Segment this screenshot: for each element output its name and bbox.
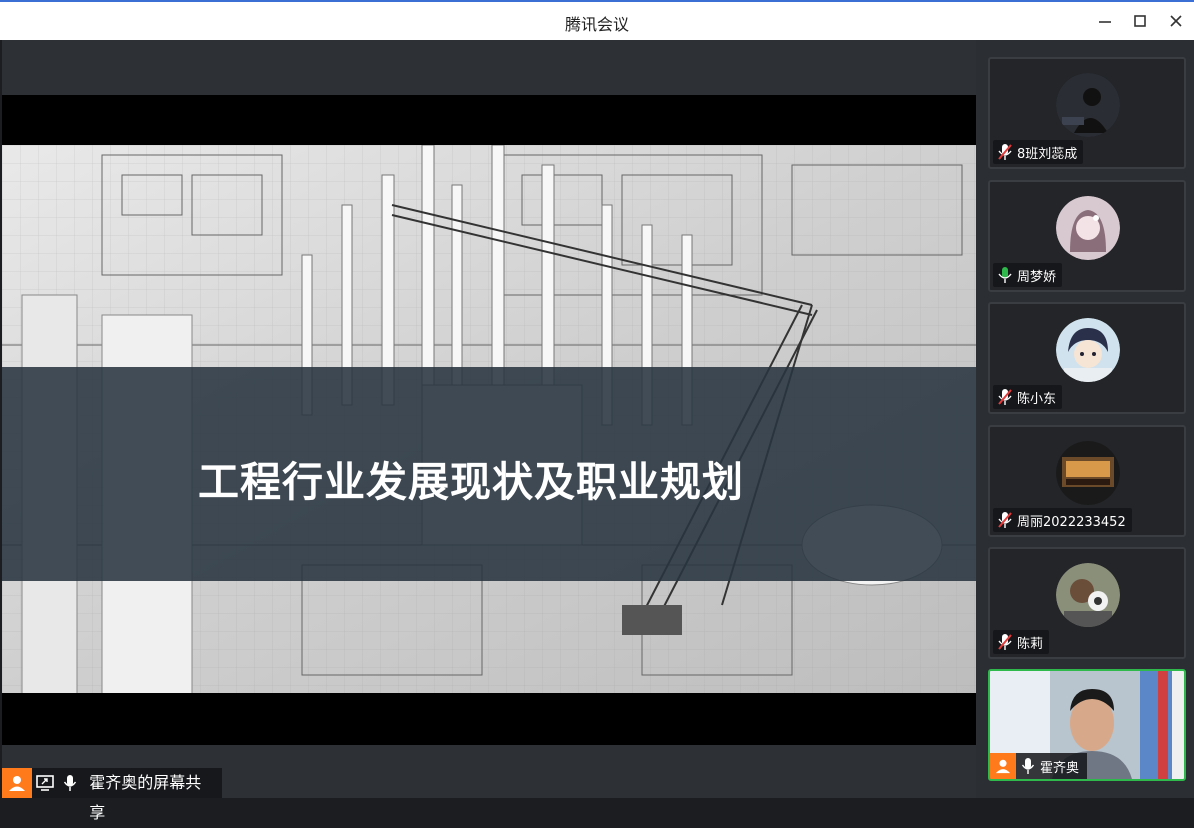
presenter-mic[interactable] (57, 768, 84, 798)
participant-tile[interactable]: 陈莉 (988, 547, 1186, 659)
participant-tile[interactable]: 8班刘蕊成 (988, 57, 1186, 169)
participant-tile[interactable]: 陈小东 (988, 302, 1186, 414)
screen-share-icon (35, 775, 54, 791)
avatar (1056, 196, 1120, 260)
close-button[interactable] (1165, 10, 1187, 32)
window-title: 腾讯会议 (564, 15, 629, 34)
user-icon (995, 759, 1011, 774)
participant-nametag: 陈莉 (993, 630, 1050, 654)
self-video-tile[interactable]: 霍齐奥 (988, 669, 1186, 781)
avatar (1056, 318, 1120, 382)
participant-name: 陈小东 (1017, 391, 1057, 407)
maximize-icon (1134, 15, 1146, 27)
presenter-avatar[interactable] (2, 768, 32, 798)
mic-active-icon (998, 267, 1012, 283)
maximize-button[interactable] (1129, 10, 1151, 32)
avatar (1056, 73, 1120, 137)
self-name: 霍齐奥 (1040, 760, 1080, 776)
participant-name: 8班刘蕊成 (1017, 146, 1078, 162)
microphone-icon (64, 775, 77, 791)
participant-name: 周丽2022233452 (1017, 514, 1126, 530)
participant-name: 周梦娇 (1017, 269, 1057, 285)
microphone-icon (1021, 758, 1035, 774)
self-nametag: 霍齐奥 (990, 753, 1088, 779)
minimize-button[interactable] (1094, 10, 1116, 32)
avatar (1056, 563, 1120, 627)
participant-nametag: 周丽2022233452 (993, 508, 1132, 532)
mic-muted-icon (998, 512, 1012, 528)
title-bar: 腾讯会议 (0, 0, 1194, 40)
participant-tile[interactable]: 周梦娇 (988, 180, 1186, 292)
shared-screen-area: 工程行业发展现状及职业规划 (2, 40, 976, 798)
participant-nametag: 周梦娇 (993, 263, 1063, 287)
screen-share-indicator[interactable] (31, 768, 58, 798)
avatar (1056, 441, 1120, 505)
share-label: 霍齐奥的屏幕共享 (83, 768, 222, 822)
user-icon (8, 776, 25, 791)
minimize-icon (1099, 21, 1111, 23)
mic-muted-icon (998, 144, 1012, 160)
presentation-slide: 工程行业发展现状及职业规划 (2, 95, 976, 745)
close-icon (1170, 15, 1182, 27)
mic-muted-icon (998, 389, 1012, 405)
screen-share-bar: 霍齐奥的屏幕共享 (2, 768, 222, 822)
participant-panel: 8班刘蕊成 周梦娇 陈小东 周丽2022233452 陈莉 霍齐奥 (976, 40, 1194, 798)
participant-tile[interactable]: 周丽2022233452 (988, 425, 1186, 537)
participant-nametag: 陈小东 (993, 385, 1063, 409)
participant-nametag: 8班刘蕊成 (993, 140, 1084, 164)
mic-muted-icon (998, 634, 1012, 650)
participant-name: 陈莉 (1017, 636, 1044, 652)
self-avatar-badge (990, 753, 1016, 779)
slide-title: 工程行业发展现状及职业规划 (198, 458, 744, 506)
